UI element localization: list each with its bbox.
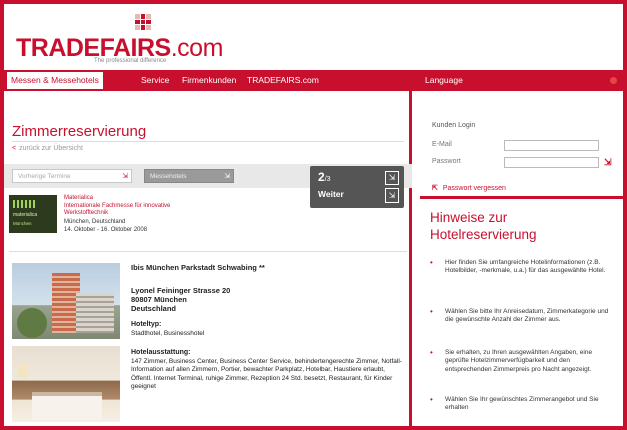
bullet-icon: • bbox=[430, 258, 433, 267]
hotel-name: Ibis München Parkstadt Schwabing ** bbox=[131, 263, 265, 272]
forgot-password-link[interactable]: ⇱ Passwort vergessen bbox=[432, 184, 506, 192]
sidebar-divider bbox=[420, 196, 623, 199]
nav-item-firmenkunden[interactable]: Firmenkunden bbox=[182, 70, 236, 91]
weiter-button[interactable]: 2/3 ⇲ Weiter ⇲ bbox=[310, 166, 404, 208]
nav-item-language[interactable]: Language bbox=[425, 70, 463, 91]
hint-item: • Wählen Sie bitte Ihr Anreisedatum, Zim… bbox=[430, 307, 609, 324]
event-name[interactable]: Materialica bbox=[64, 195, 93, 201]
page-frame: TRADEFAIRS.com The professional differen… bbox=[0, 0, 627, 430]
hotel-address: Lyonel Feininger Strasse 20 80807 Münche… bbox=[131, 286, 231, 313]
amenities-label: Hotelausstattung: bbox=[131, 349, 191, 356]
divider bbox=[9, 251, 407, 252]
hint-item: • Hier finden Sie umfangreiche Hotelinfo… bbox=[430, 258, 606, 275]
hotel-room-image[interactable] bbox=[12, 346, 120, 422]
logo-grid-icon bbox=[135, 14, 151, 30]
sidebar: Kunden Login E-Mail Passwort ⇲ ⇱ Passwort… bbox=[412, 91, 623, 426]
chevron-down-icon: ⇲ bbox=[122, 173, 128, 180]
hotel-type-label: Hoteltyp: bbox=[131, 321, 162, 328]
event-date: 14. Oktober - 16. Oktober 2008 bbox=[64, 227, 148, 233]
nav-item-service[interactable]: Service bbox=[141, 70, 169, 91]
nav-dot-icon bbox=[610, 77, 617, 84]
hotel-exterior-image[interactable] bbox=[12, 263, 120, 339]
nav-item-messen[interactable]: Messen & Messehotels bbox=[7, 72, 103, 89]
password-label: Passwort bbox=[432, 158, 461, 165]
page-title: Zimmerreservierung bbox=[12, 123, 147, 140]
bullet-icon: • bbox=[430, 307, 433, 316]
header: TRADEFAIRS.com The professional differen… bbox=[4, 4, 623, 70]
main-content: Zimmerreservierung < zurück zur Übersicht… bbox=[4, 91, 412, 426]
arrow-icon: ⇱ bbox=[432, 185, 438, 192]
event-info: materialica München Materialica Internat… bbox=[9, 195, 309, 235]
weiter-label: Weiter bbox=[318, 189, 344, 199]
hotel-type: Stadthotel, Businesshotel bbox=[131, 330, 205, 337]
nav-item-tradefairs[interactable]: TRADEFAIRS.com bbox=[247, 70, 319, 91]
email-field[interactable] bbox=[504, 140, 599, 151]
login-title: Kunden Login bbox=[432, 122, 476, 129]
messehotels-select[interactable]: Messehotels ⇲ bbox=[144, 169, 234, 183]
arrow-down-icon: ⇲ bbox=[385, 171, 399, 185]
event-description: Internationale Fachmesse für innovative … bbox=[64, 203, 171, 216]
event-location: München, Deutschland bbox=[64, 219, 126, 225]
amenities-text: 147 Zimmer, Business Center, Business Ce… bbox=[131, 358, 402, 390]
login-submit-icon[interactable]: ⇲ bbox=[604, 157, 612, 168]
bullet-icon: • bbox=[430, 348, 433, 357]
chevron-down-icon: ⇲ bbox=[224, 173, 230, 180]
title-divider bbox=[12, 141, 404, 142]
main-nav: Messen & Messehotels Service Firmenkunde… bbox=[4, 70, 623, 91]
hints-title: Hinweise zur Hotelreservierung bbox=[430, 210, 537, 242]
email-label: E-Mail bbox=[432, 141, 452, 148]
step-indicator: 2/3 bbox=[318, 170, 331, 184]
password-field[interactable] bbox=[504, 157, 599, 168]
hint-item: • Wählen Sie Ihr gewünschtes Zimmerangeb… bbox=[430, 395, 599, 412]
chevron-left-icon: < bbox=[12, 145, 17, 152]
arrow-right-icon: ⇲ bbox=[385, 188, 399, 203]
bullet-icon: • bbox=[430, 395, 433, 404]
back-link[interactable]: < zurück zur Übersicht bbox=[12, 145, 83, 152]
event-logo: materialica München bbox=[9, 195, 57, 233]
hint-item: • Sie erhalten, zu Ihren ausgewählten An… bbox=[430, 348, 593, 373]
tagline: The professional difference bbox=[94, 58, 167, 64]
previous-dates-select[interactable]: Vorherige Termine ⇲ bbox=[12, 169, 132, 183]
